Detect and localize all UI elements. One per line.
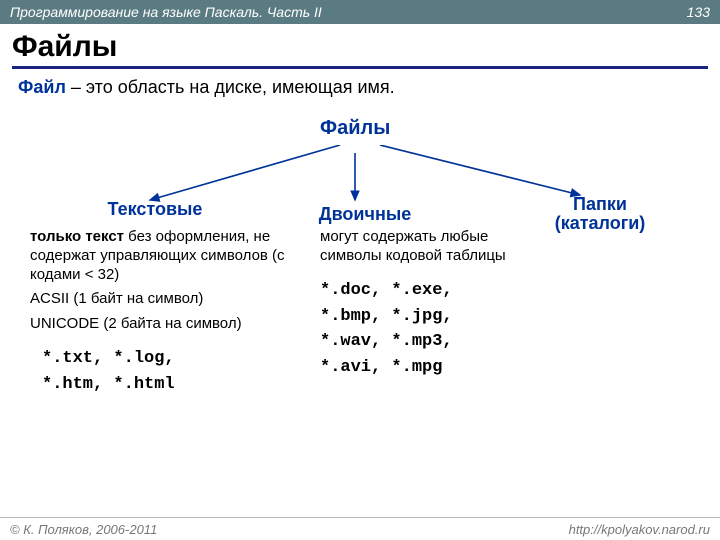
definition-rest: – это область на диске, имеющая имя.: [66, 77, 395, 97]
binary-extensions: *.doc, *.exe, *.bmp, *.jpg, *.wav, *.mp3…: [320, 278, 560, 380]
footer-copyright: © К. Поляков, 2006-2011: [10, 522, 157, 537]
title-rule: [12, 66, 708, 69]
top-bar: Программирование на языке Паскаль. Часть…: [0, 0, 720, 24]
slide-title: Файлы: [0, 24, 720, 66]
footer: © К. Поляков, 2006-2011 http://kpolyakov…: [0, 517, 720, 540]
text-extensions: *.txt, *.log, *.htm, *.html: [42, 346, 302, 397]
bin-ext-3: *.wav, *.mp3,: [320, 329, 560, 355]
bin-ext-2: *.bmp, *.jpg,: [320, 304, 560, 330]
text-ext-2: *.htm, *.html: [42, 372, 302, 398]
branch-folders-line2: (каталоги): [555, 213, 646, 233]
page-number: 133: [687, 0, 710, 24]
branch-folders: Папки (каталоги): [540, 195, 660, 233]
text-desc-3: UNICODE (2 байта на символ): [30, 315, 300, 334]
definition: Файл – это область на диске, имеющая имя…: [0, 77, 720, 98]
text-desc-bold: только текст: [30, 228, 124, 245]
course-title: Программирование на языке Паскаль. Часть…: [10, 0, 322, 24]
binary-desc: могут содержать любые символы кодовой та…: [320, 228, 550, 266]
text-desc-1: только текст без оформления, не содержат…: [30, 228, 300, 284]
definition-term: Файл: [18, 77, 66, 97]
binary-column: могут содержать любые символы кодовой та…: [320, 228, 550, 272]
text-ext-1: *.txt, *.log,: [42, 346, 302, 372]
bin-ext-1: *.doc, *.exe,: [320, 278, 560, 304]
branch-binary: Двоичные: [310, 205, 420, 224]
text-desc-2: ACSII (1 байт на символ): [30, 290, 300, 309]
diagram-root: Файлы: [320, 118, 400, 139]
branch-folders-line1: Папки: [573, 194, 627, 214]
branch-text: Текстовые: [100, 200, 210, 219]
footer-url: http://kpolyakov.narod.ru: [569, 522, 710, 537]
bin-ext-4: *.avi, *.mpg: [320, 355, 560, 381]
text-column: только текст без оформления, не содержат…: [30, 228, 300, 340]
